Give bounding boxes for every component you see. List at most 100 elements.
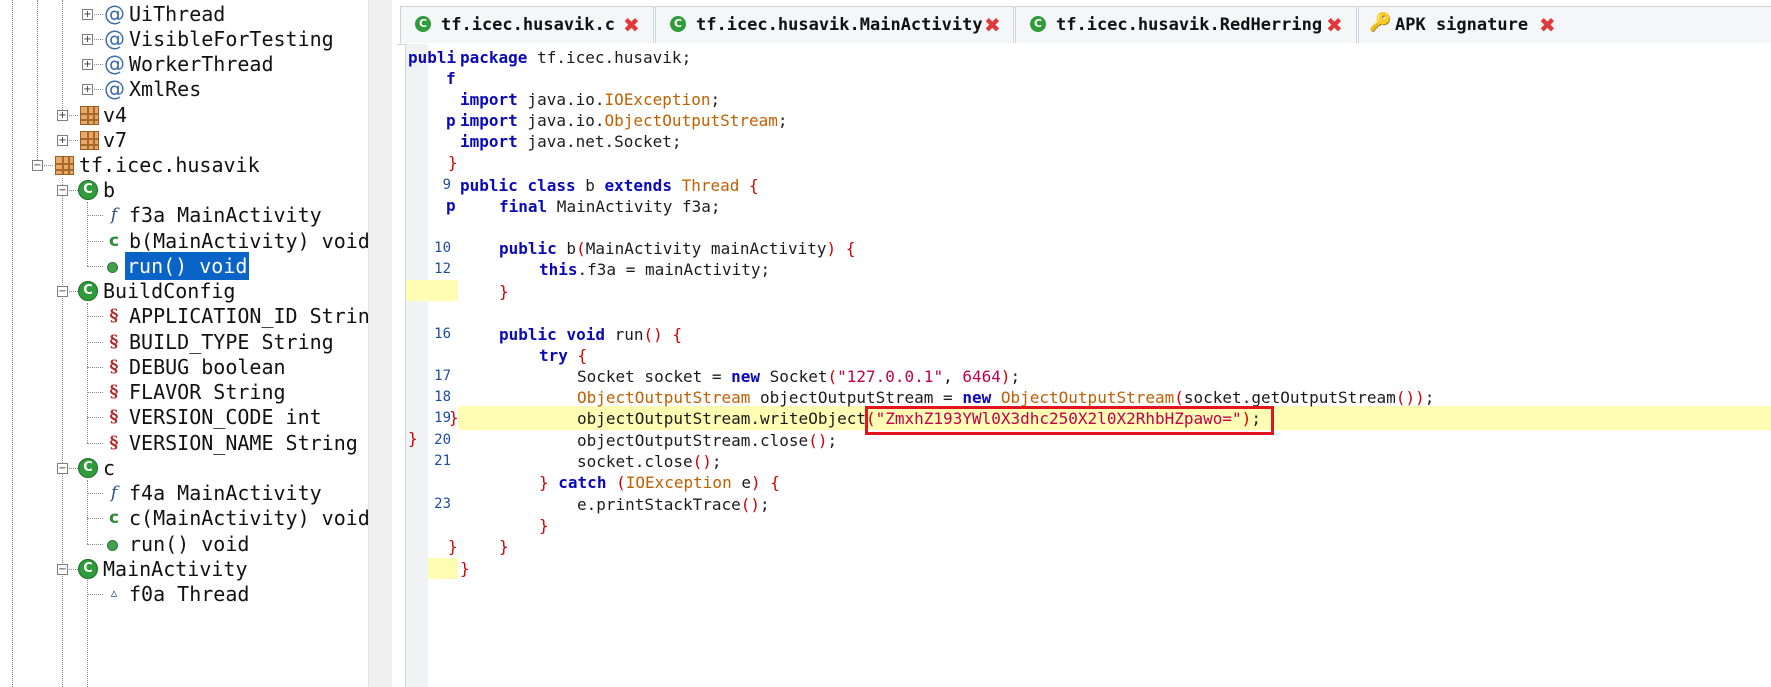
tree-scrollbar[interactable] (368, 0, 392, 687)
editor-tab-bar: C tf.icec.husavik.c ✖ C tf.icec.husavik.… (397, 0, 1771, 45)
expand-plus-icon[interactable]: + (82, 84, 93, 95)
code-editor[interactable]: publi f p } p } } } 9 10 12 16 17 18 19 … (405, 44, 1771, 687)
collapse-minus-icon[interactable]: − (57, 185, 68, 196)
tree-item[interactable]: § APPLICATION_ID String (0, 302, 382, 330)
tree-item[interactable]: − C MainActivity (0, 555, 368, 583)
tree-item-label: v4 (103, 103, 128, 127)
tree-branch-line (87, 266, 103, 267)
tree-item-label: MainActivity (103, 557, 248, 581)
collapse-minus-icon[interactable]: − (57, 564, 68, 575)
annotation-icon: @ (104, 2, 125, 26)
closing-brace: } (448, 537, 458, 556)
code-line: Socket socket = new Socket("127.0.0.1", … (577, 367, 1021, 386)
tree-item-label: APPLICATION_ID String (129, 304, 382, 328)
tree-item[interactable]: f f4a MainActivity (0, 479, 368, 507)
class-icon: C (78, 180, 98, 200)
tree-item-label: c (103, 456, 116, 480)
closing-brace: } (539, 516, 549, 535)
code-line: } catch (IOException e) { (539, 473, 780, 492)
tree-item-label: BUILD_TYPE String (129, 330, 334, 354)
tree-item-selected[interactable]: run() void (0, 252, 368, 280)
annotation-icon: @ (104, 27, 125, 51)
tree-item-label: b (103, 178, 116, 202)
code-line: import java.net.Socket; (460, 132, 682, 151)
clipped-code-fragment: f (446, 69, 456, 88)
tab-label: tf.icec.husavik.RedHerring (1056, 15, 1323, 35)
tree-item[interactable]: − C BuildConfig (0, 277, 368, 305)
tree-item-label: DEBUG boolean (129, 355, 286, 379)
line-number: 10 (434, 240, 451, 256)
code-line: this.f3a = mainActivity; (539, 260, 771, 279)
close-icon[interactable]: ✖ (1539, 13, 1556, 37)
collapse-minus-icon[interactable]: − (32, 160, 43, 171)
tree-item[interactable]: c b(MainActivity) void (0, 227, 370, 255)
tree-item[interactable]: ▵ f0a Thread (0, 580, 368, 608)
tree-item[interactable]: § VERSION_NAME String (0, 429, 368, 457)
tree-item[interactable]: − C b (0, 176, 368, 204)
collapse-minus-icon[interactable]: − (57, 286, 68, 297)
expand-plus-icon[interactable]: + (57, 110, 68, 121)
tree-item-label: f3a MainActivity (129, 203, 322, 227)
code-line: objectOutputStream.close(); (577, 431, 838, 450)
expand-plus-icon[interactable]: + (82, 59, 93, 70)
tree-item[interactable]: § BUILD_TYPE String (0, 328, 368, 356)
tree-item[interactable]: − C c (0, 454, 368, 482)
package-icon (55, 156, 74, 175)
tree-item[interactable]: + v4 (0, 101, 368, 129)
method-icon (107, 540, 118, 551)
tree-branch-line (87, 417, 103, 418)
tab-apk-signature[interactable]: 🔑 APK signature ✖ (1358, 6, 1771, 43)
tree-item-label: VERSION_NAME String (129, 431, 358, 455)
code-line: ObjectOutputStream objectOutputStream = … (577, 388, 1435, 407)
tree-item[interactable]: c c(MainActivity) void (0, 504, 370, 532)
line-number: 12 (434, 261, 451, 277)
close-icon[interactable]: ✖ (623, 13, 640, 37)
tree-item[interactable]: run() void (0, 530, 368, 558)
tree-item[interactable]: § VERSION_CODE int (0, 403, 368, 431)
tree-branch-line (87, 518, 103, 519)
tab-label: tf.icec.husavik.MainActivity (696, 15, 983, 35)
expand-plus-icon[interactable]: + (82, 9, 93, 20)
tree-item[interactable]: − tf.icec.husavik (0, 151, 368, 179)
tree-item[interactable]: + @ XmlRes (0, 75, 368, 103)
project-tree[interactable]: + @ UiThread + @ VisibleForTesting + @ W… (0, 0, 392, 687)
tree-item-label: f4a MainActivity (129, 481, 322, 505)
closing-brace: } (448, 153, 458, 172)
tree-item-label: v7 (103, 128, 128, 152)
close-icon[interactable]: ✖ (984, 13, 1001, 37)
tree-branch-line (87, 215, 103, 216)
package-icon (80, 131, 99, 150)
tab-husavik-c[interactable]: C tf.icec.husavik.c ✖ (400, 6, 654, 43)
tree-item-label: run() void (129, 532, 250, 556)
tree-item-label: tf.icec.husavik (79, 153, 260, 177)
tree-item[interactable]: + @ WorkerThread (0, 50, 368, 78)
clipped-code-fragment: p (446, 111, 456, 130)
tab-husavik-mainactivity[interactable]: C tf.icec.husavik.MainActivity ✖ (655, 6, 1014, 43)
tree-item[interactable]: § DEBUG boolean (0, 353, 368, 381)
code-line: public b(MainActivity mainActivity) { (499, 239, 856, 258)
tree-item-label: f0a Thread (129, 582, 250, 606)
field-icon: f (110, 483, 118, 503)
expand-plus-icon[interactable]: + (82, 34, 93, 45)
tab-husavik-redherring[interactable]: C tf.icec.husavik.RedHerring ✖ (1015, 6, 1357, 43)
code-line: socket.close(); (577, 452, 722, 471)
tree-branch-line (87, 392, 103, 393)
tree-item[interactable]: § FLAVOR String (0, 378, 368, 406)
line-number: 23 (434, 496, 451, 512)
code-line: import java.io.ObjectOutputStream; (460, 111, 788, 130)
tree-item-label: BuildConfig (103, 279, 236, 303)
tree-item[interactable]: + @ UiThread (0, 0, 368, 28)
tree-branch-line (87, 367, 103, 368)
collapse-minus-icon[interactable]: − (57, 463, 68, 474)
code-line: public class b extends Thread { (460, 176, 759, 195)
code-line: import java.io.IOException; (460, 90, 721, 109)
tree-item[interactable]: + @ VisibleForTesting (0, 25, 368, 53)
tree-item[interactable]: f f3a MainActivity (0, 201, 368, 229)
tree-item-label: UiThread (129, 2, 226, 26)
tree-item-label: FLAVOR String (129, 380, 286, 404)
closing-brace: } (499, 282, 509, 301)
close-icon[interactable]: ✖ (1326, 13, 1343, 37)
tree-item[interactable]: + v7 (0, 126, 368, 154)
class-icon: C (78, 458, 98, 478)
expand-plus-icon[interactable]: + (57, 135, 68, 146)
